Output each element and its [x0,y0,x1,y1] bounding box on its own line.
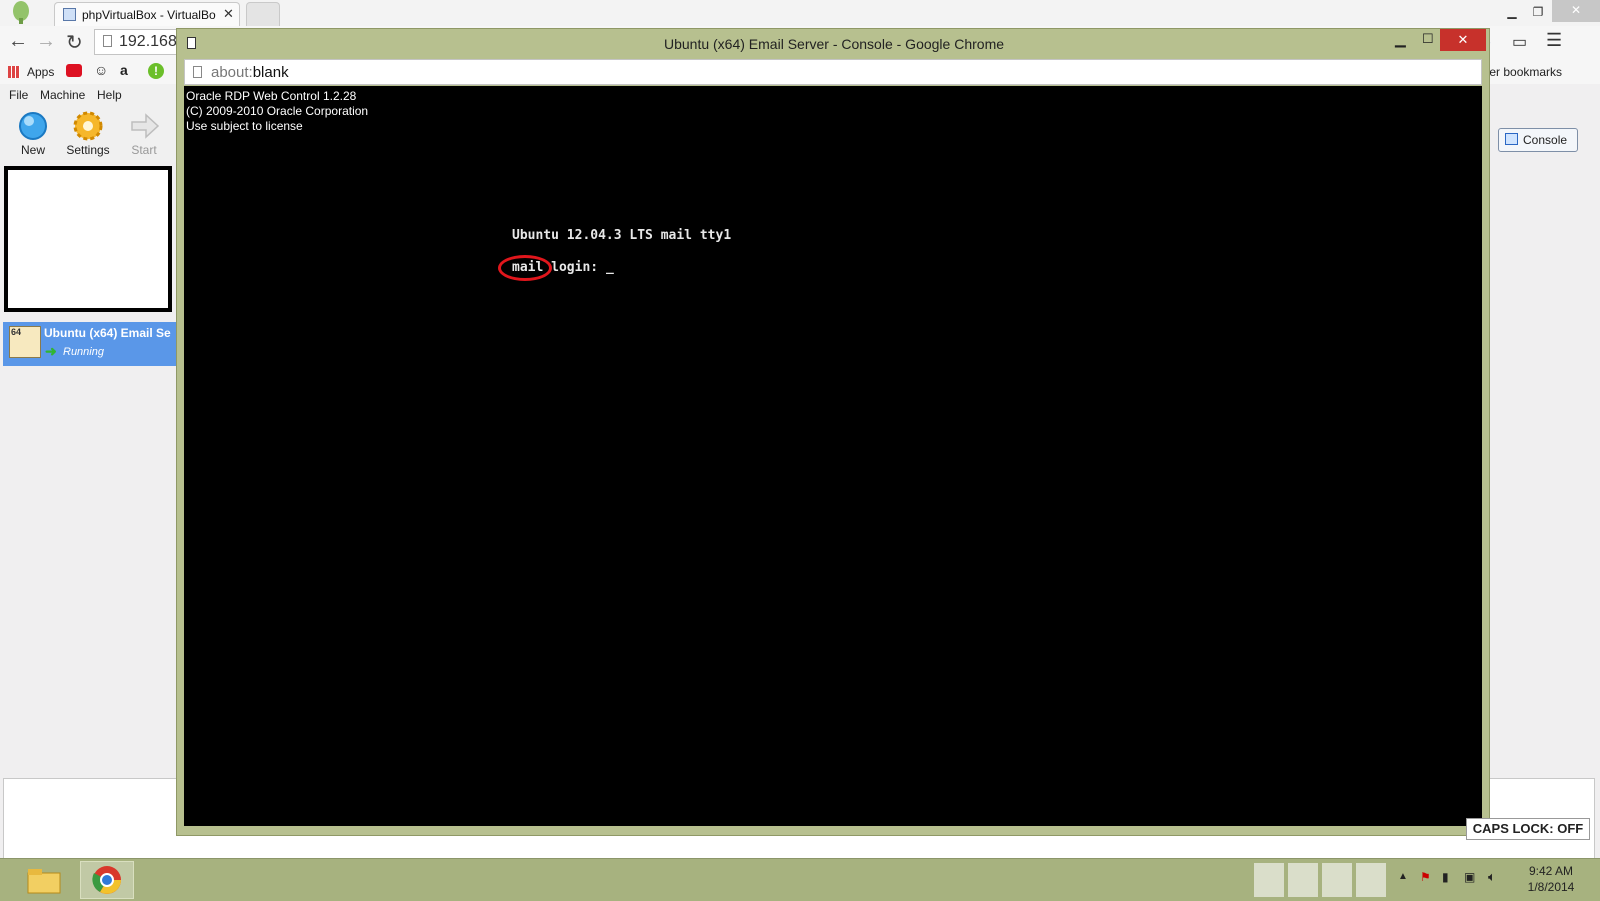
amazon-icon[interactable]: a [120,62,128,78]
vm-list-item-ubuntu[interactable]: 64 Ubuntu (x64) Email Se ➜ Running [3,322,178,366]
highlight-circle [498,255,552,281]
rdp-line-1: Oracle RDP Web Control 1.2.28 [186,89,357,103]
gear-icon [73,111,103,141]
popup-address-bar[interactable]: about:blank [184,59,1482,85]
forward-icon[interactable]: → [36,30,56,53]
popup-minimize-icon[interactable]: ▁ [1395,31,1406,48]
console-icon [1505,133,1518,145]
rdp-banner: Oracle RDP Web Control 1.2.28 (C) 2009-2… [186,89,368,134]
taskbar-chrome-button[interactable] [80,861,134,899]
popup-close-button[interactable]: ✕ [1440,29,1486,51]
taskbar: ▲ ⚑ ▮ ▣ 🔈︎ 9:42 AM 1/8/2014 [0,858,1600,901]
file-explorer-icon[interactable] [26,865,62,895]
close-window-icon[interactable]: ✕ [1552,0,1600,22]
rdp-line-2: (C) 2009-2010 Oracle Corporation [186,104,369,118]
favicon-icon [63,8,76,21]
chrome-icon [92,866,121,894]
caps-lock-indicator: CAPS LOCK: OFF [1466,818,1590,840]
rdp-console[interactable]: Oracle RDP Web Control 1.2.28 (C) 2009-2… [184,86,1482,826]
page-icon [103,35,112,47]
settings-label: Settings [66,143,110,157]
vm-badge: 64 [11,327,22,337]
youtube-icon[interactable] [66,64,82,77]
new-tab-button[interactable] [246,2,280,26]
console-tab[interactable]: Console [1498,128,1578,152]
vm-name: Ubuntu (x64) Email Se [44,326,171,340]
settings-button[interactable]: Settings [64,110,112,157]
running-arrow-icon: ➜ [45,343,57,359]
back-icon[interactable]: ← [8,30,28,53]
os-ubuntu-icon: 64 [9,326,41,358]
popup-url-icon [193,66,202,78]
menu-file[interactable]: File [9,88,28,102]
new-label: New [20,143,45,157]
clock[interactable]: 9:42 AM 1/8/2014 [1508,863,1594,895]
power-icon[interactable]: ▮ [1442,870,1449,884]
popup-maximize-icon[interactable]: ☐ [1422,31,1434,47]
menu-help[interactable]: Help [97,88,122,102]
vm-preview [4,166,172,312]
clock-date: 1/8/2014 [1527,880,1575,894]
start-button[interactable]: Start [124,110,164,157]
reddit-icon[interactable]: ☺ [94,62,108,78]
volume-icon[interactable]: 🔈︎ [1488,869,1496,885]
terminal-banner: Ubuntu 12.04.3 LTS mail tty1 [512,228,732,243]
menu-machine[interactable]: Machine [40,88,85,102]
start-arrow-icon [131,113,160,139]
clock-time: 9:42 AM [1528,864,1574,878]
omnibox[interactable]: 192.168 [94,29,184,55]
tab-close-icon[interactable]: ✕ [223,6,234,22]
bookmark-apps[interactable]: Apps [27,65,54,79]
cast-icon[interactable]: ▭ [1512,32,1527,52]
vbox-toolbar: New Settings Start [0,106,180,162]
tab-strip: phpVirtualBox - VirtualBo ✕ ▁ ❐ ✕ [0,0,1600,26]
user-avatar-icon[interactable] [10,0,32,24]
evernote-icon[interactable]: ! [148,63,164,79]
vbox-menubar: File Machine Help [0,84,180,106]
flag-icon[interactable]: ⚑ [1420,870,1431,884]
popup-page-icon [187,37,196,49]
reload-icon[interactable]: ↻ [66,30,83,55]
terminal-prompt: login: [551,260,599,275]
minimize-icon[interactable]: ▁ [1498,2,1526,22]
popup-title: Ubuntu (x64) Email Server - Console - Go… [663,36,1005,52]
new-icon [19,112,47,140]
rdp-line-3: Use subject to license [186,119,303,133]
tab-title: phpVirtualBox - VirtualBo [82,8,216,22]
network-icon[interactable]: ▣ [1464,870,1475,884]
console-tab-label: Console [1523,133,1568,147]
restore-icon[interactable]: ❐ [1524,2,1552,22]
menu-icon[interactable]: ☰ [1546,30,1562,51]
apps-icon [8,66,20,78]
vm-state: Running [63,346,104,358]
terminal-cursor: _ [605,260,614,275]
taskbar-thumbnails[interactable] [1254,863,1390,897]
address-text: 192.168 [119,33,177,50]
popup-url: about:blank [211,64,289,81]
tab-phpvirtualbox[interactable]: phpVirtualBox - VirtualBo ✕ [54,2,240,26]
show-hidden-icons[interactable]: ▲ [1398,871,1408,882]
start-label: Start [131,143,157,157]
new-button[interactable]: New [14,110,52,157]
